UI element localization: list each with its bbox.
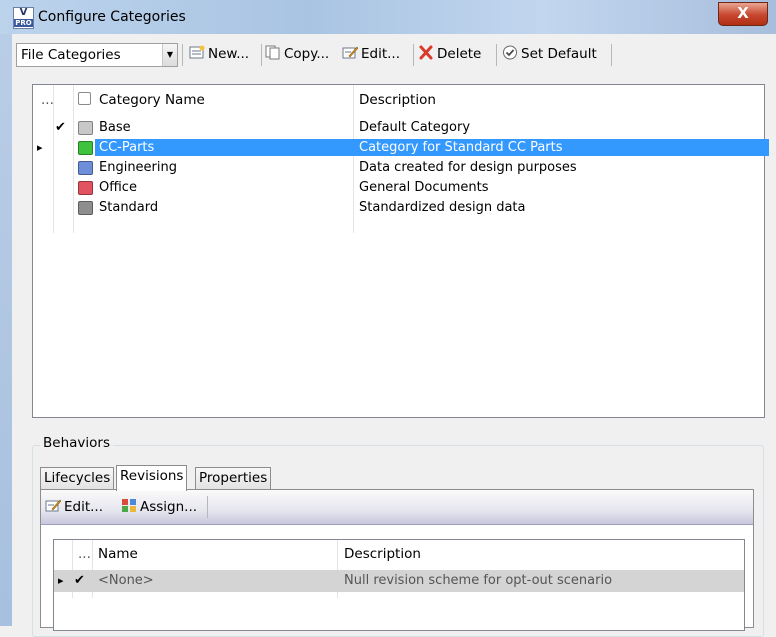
category-name-column-header[interactable]: Category Name: [99, 85, 205, 115]
category-color-swatch[interactable]: [78, 141, 96, 158]
edit-icon: [45, 499, 61, 512]
set-default-button[interactable]: Set Default: [502, 45, 597, 65]
toolbar-separator: [207, 496, 208, 518]
category-name-cell: Engineering: [99, 160, 177, 175]
category-row[interactable]: Engineering Data created for design purpo…: [33, 159, 764, 176]
row-pointer-icon: [37, 199, 51, 216]
category-color-swatch[interactable]: [78, 121, 96, 138]
category-row[interactable]: ▸ CC-Parts Category for Standard CC Parts: [33, 139, 769, 158]
revisions-grid: ... Name Description ▸ ✔ <None> Null revisi…: [53, 539, 745, 631]
app-logo-icon: V PRO: [13, 7, 34, 29]
description-column-header[interactable]: Description: [344, 540, 421, 568]
category-description-cell: General Documents: [359, 180, 489, 195]
revisions-panel: Edit... Assign... ... Name Description ▸…: [40, 489, 754, 631]
row-pointer-icon: ▸: [58, 574, 64, 587]
category-description-cell: Category for Standard CC Parts: [354, 139, 769, 156]
category-name-cell: CC-Parts: [95, 139, 357, 156]
check-icon: ✔: [74, 573, 85, 588]
copy-icon: [265, 45, 280, 60]
assign-icon: [122, 499, 136, 512]
category-description-cell: Default Category: [359, 120, 471, 135]
default-check-icon: [55, 199, 71, 216]
default-check-icon: [55, 139, 71, 156]
delete-label: Delete: [437, 46, 482, 62]
category-color-swatch[interactable]: [78, 181, 96, 198]
window-frame-edge: [0, 34, 12, 626]
revisions-edit-label: Edit...: [64, 499, 104, 515]
category-row[interactable]: ✔ Base Default Category: [33, 119, 764, 136]
grid-header: ... Category Name Description: [33, 85, 764, 115]
copy-button[interactable]: Copy...: [265, 45, 329, 65]
edit-icon: [342, 46, 358, 59]
tab-properties[interactable]: Properties: [195, 467, 272, 489]
category-row[interactable]: Standard Standardized design data: [33, 199, 764, 216]
category-name-cell: Base: [99, 120, 131, 135]
edit-label: Edit...: [361, 46, 401, 62]
assign-button[interactable]: Assign...: [121, 498, 197, 518]
edit-button[interactable]: Edit...: [342, 45, 400, 65]
set-default-label: Set Default: [521, 46, 597, 62]
behaviors-label: Behaviors: [40, 435, 113, 451]
row-pointer-icon: [37, 159, 51, 176]
delete-x-icon: [419, 45, 433, 60]
check-circle-icon: [503, 45, 517, 60]
row-pointer-icon: [37, 119, 51, 136]
category-color-swatch[interactable]: [78, 201, 96, 218]
default-check-icon: [55, 179, 71, 196]
row-pointer-icon: ▸: [37, 141, 43, 154]
default-check-icon: [55, 159, 71, 176]
category-name-cell: Office: [99, 180, 137, 195]
tab-revisions[interactable]: Revisions: [116, 465, 188, 491]
revision-row[interactable]: ▸ ✔ <None> Null revision scheme for opt-out…: [54, 570, 744, 592]
toolbar-separator: [182, 44, 183, 66]
header-checkbox[interactable]: [78, 85, 91, 115]
revision-description-cell: Null revision scheme for opt-out scenari…: [344, 573, 613, 588]
revisions-grid-header: ... Name Description: [54, 540, 744, 568]
close-button[interactable]: X: [718, 2, 768, 26]
new-label: New...: [208, 46, 250, 62]
copy-label: Copy...: [284, 46, 330, 62]
category-row[interactable]: Office General Documents: [33, 179, 764, 196]
name-column-header[interactable]: Name: [98, 540, 138, 568]
description-column-header[interactable]: Description: [359, 85, 436, 115]
toolbar-separator: [413, 44, 414, 66]
toolbar-separator: [261, 44, 262, 66]
chevron-down-icon[interactable]: ▼: [162, 44, 177, 66]
toolbar-separator: [496, 44, 497, 66]
revisions-edit-button[interactable]: Edit...: [45, 498, 103, 518]
category-type-value: File Categories: [21, 47, 121, 63]
category-description-cell: Data created for design purposes: [359, 160, 577, 175]
category-color-swatch[interactable]: [78, 161, 96, 178]
window-title: Configure Categories: [38, 9, 186, 25]
delete-button[interactable]: Delete: [418, 45, 481, 65]
marker-column-header[interactable]: ...: [78, 540, 91, 568]
revisions-toolbar: Edit... Assign...: [41, 490, 753, 525]
new-button[interactable]: New...: [189, 45, 249, 65]
default-check-icon: ✔: [55, 120, 66, 135]
categories-grid: ... Category Name Description ✔ Base Defau…: [32, 84, 769, 418]
category-description-cell: Standardized design data: [359, 200, 526, 215]
row-pointer-icon: [37, 179, 51, 196]
toolbar-separator: [611, 44, 612, 66]
category-type-select[interactable]: File Categories ▼: [16, 43, 178, 67]
main-toolbar: File Categories ▼ New... Copy... Edit...…: [12, 34, 776, 70]
assign-label: Assign...: [140, 499, 198, 515]
revision-name-cell: <None>: [98, 573, 154, 588]
tab-lifecycles[interactable]: Lifecycles: [40, 467, 115, 489]
title-bar: V PRO Configure Categories X: [0, 0, 776, 34]
category-name-cell: Standard: [99, 200, 159, 215]
new-document-icon: [189, 45, 205, 59]
